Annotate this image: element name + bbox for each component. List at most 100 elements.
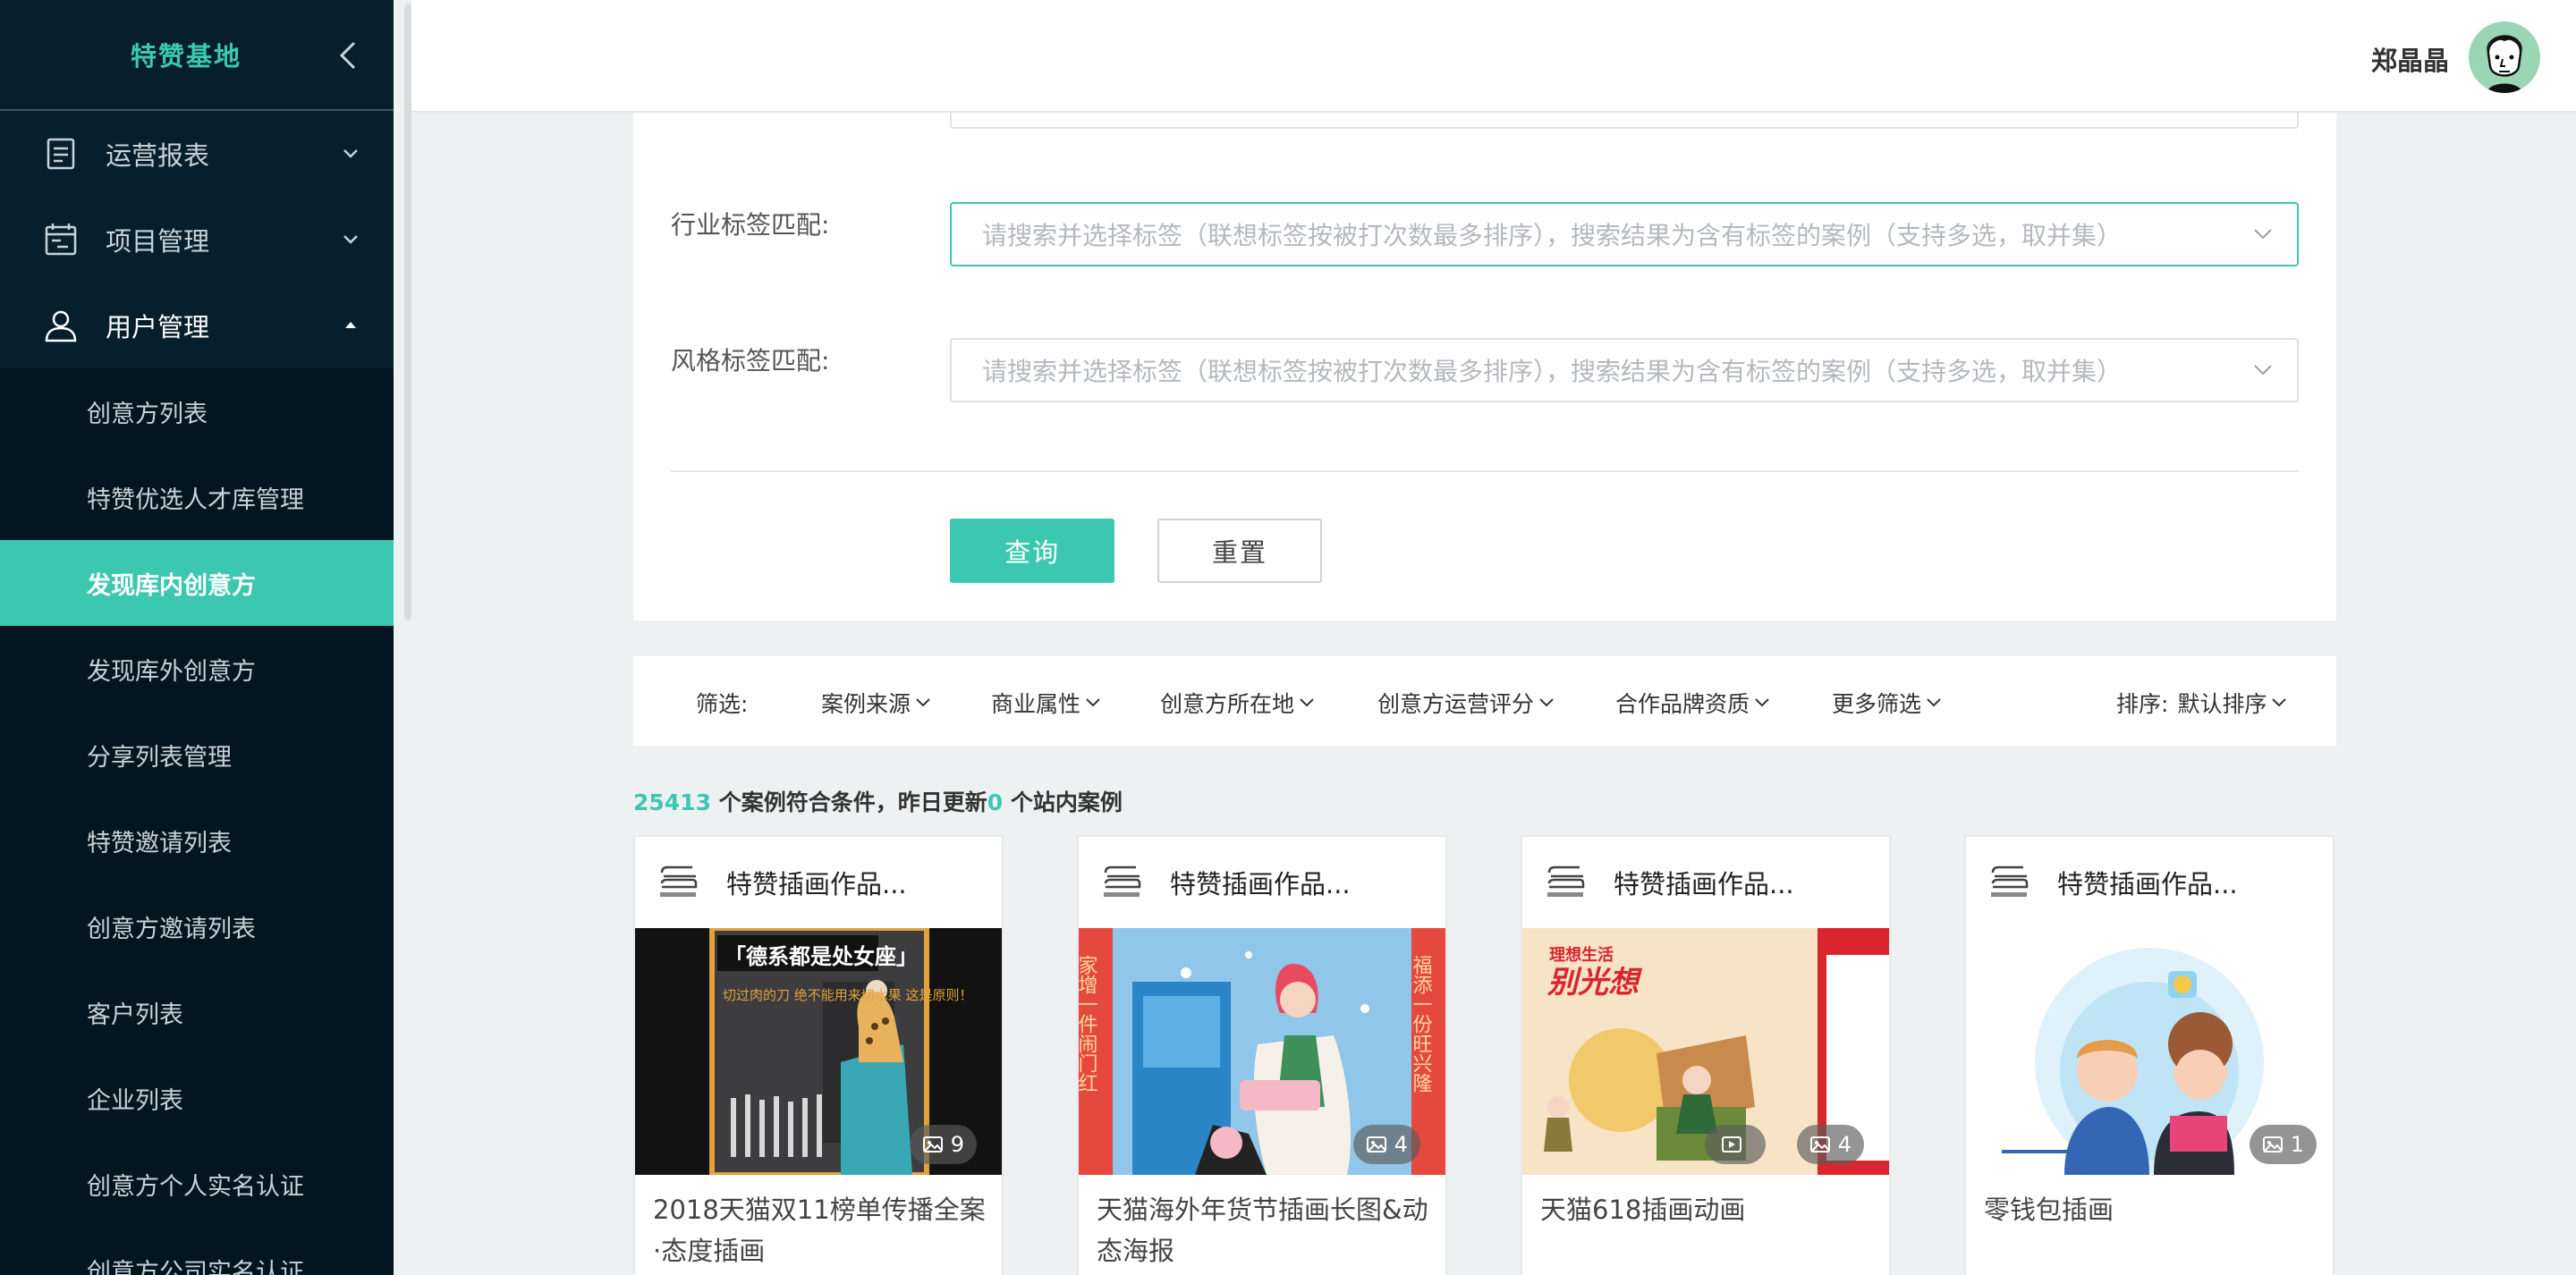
card-title: 特赞插画作品...	[726, 869, 907, 899]
filter-brand-qualification[interactable]: 合作品牌资质	[1615, 687, 1771, 719]
industry-tag-label: 行业标签匹配:	[671, 210, 830, 240]
avatar[interactable]	[2469, 21, 2540, 93]
sidebar-item-company-verify[interactable]: 创意方公司实名认证	[0, 1227, 394, 1275]
sidebar-item-share-list[interactable]: 分享列表管理	[0, 712, 394, 798]
case-card[interactable]: 特赞插画作品... 「德系都是处女座」 切过肉的刀 绝不能用来切水果 这是原则！…	[633, 835, 1004, 1275]
summary-text-a: 个案例符合条件，昨日更新	[710, 789, 987, 815]
image-count-badge: 4	[1796, 1125, 1864, 1164]
card-caption: 天猫618插画动画	[1540, 1195, 1746, 1225]
industry-tag-select[interactable]: 请搜索并选择标签（联想标签按被打次数最多排序），搜索结果为含有标签的案例（支持多…	[950, 202, 2299, 266]
card-header: 特赞插画作品...	[1522, 837, 1889, 928]
chevron-down-icon	[343, 149, 358, 158]
previous-field-stub[interactable]	[950, 113, 2299, 129]
brand-header: 特赞基地	[0, 0, 394, 111]
sidebar-item-tezign-invites[interactable]: 特赞邀请列表	[0, 798, 394, 883]
sidebar-item-discover-external[interactable]: 发现库外创意方	[0, 626, 394, 712]
menu-operation-report[interactable]: 运营报表	[0, 111, 394, 197]
brand-title: 特赞基地	[130, 41, 242, 72]
case-card[interactable]: 特赞插画作品... 1 零钱包插画	[1964, 835, 2334, 1275]
sidebar-item-company-list[interactable]: 企业列表	[0, 1055, 394, 1141]
sort-label: 排序:	[2116, 691, 2169, 717]
chevron-down-icon	[1300, 698, 1314, 707]
summary-text-b: 个站内案例	[1003, 789, 1123, 815]
tezign-logo-icon	[1991, 865, 2029, 897]
filter-case-source[interactable]: 案例来源	[821, 687, 932, 719]
card-image: 家增一件闹门红 福添一份旺兴隆 4	[1079, 928, 1445, 1175]
image-count: 4	[1394, 1132, 1408, 1157]
style-tag-label: 风格标签匹配:	[671, 346, 830, 376]
sidebar-item-creative-list[interactable]: 创意方列表	[0, 368, 394, 454]
menu-user-management[interactable]: 用户管理	[0, 283, 394, 368]
case-card[interactable]: 特赞插画作品... 理想生活 别光想 4 天猫618插画动画	[1521, 835, 1891, 1275]
card-caption: 2018天猫双11榜单传播全案·态度插画	[653, 1195, 986, 1266]
illustration-subtext: 切过肉的刀 绝不能用来切水果 这是原则！	[723, 987, 973, 1003]
tezign-logo-icon	[660, 865, 698, 897]
result-summary: 25413 个案例符合条件，昨日更新0 个站内案例	[633, 785, 1123, 817]
filter-text: 创意方所在地	[1160, 691, 1295, 717]
sidebar-item-creative-invites[interactable]: 创意方邀请列表	[0, 883, 394, 969]
username[interactable]: 郑晶晶	[2371, 40, 2449, 78]
tezign-logo-icon	[1547, 865, 1585, 897]
sidebar-item-personal-verify[interactable]: 创意方个人实名认证	[0, 1141, 394, 1227]
chevron-down-icon	[1755, 698, 1769, 707]
image-count: 1	[2290, 1132, 2304, 1157]
filter-text: 合作品牌资质	[1615, 691, 1750, 717]
filter-bar: 筛选: 案例来源 商业属性 创意方所在地 创意方运营评分 合作品牌资质 更多筛选…	[633, 656, 2336, 746]
style-tag-placeholder: 请搜索并选择标签（联想标签按被打次数最多排序），搜索结果为含有标签的案例（支持多…	[982, 357, 2123, 386]
chevron-down-icon	[343, 235, 358, 244]
sidebar: 特赞基地 运营报表 项目管理 用户管理 创意方列表 特赞优选人才库管理 发现库内…	[0, 0, 394, 1275]
industry-tag-placeholder: 请搜索并选择标签（联想标签按被打次数最多排序），搜索结果为含有标签的案例（支持多…	[982, 221, 2123, 250]
image-count-badge: 1	[2249, 1125, 2317, 1164]
sidebar-item-talent-pool[interactable]: 特赞优选人才库管理	[0, 454, 394, 540]
page-scrollbar[interactable]	[404, 4, 411, 621]
filter-commercial[interactable]: 商业属性	[991, 687, 1102, 719]
sidebar-item-discover-internal[interactable]: 发现库内创意方	[0, 540, 394, 626]
filter-label: 筛选:	[696, 691, 749, 717]
image-count: 9	[950, 1132, 964, 1157]
filter-text: 案例来源	[821, 691, 911, 717]
image-count-badge: 9	[909, 1125, 977, 1164]
card-title: 特赞插画作品...	[1170, 869, 1351, 899]
sort-value: 默认排序	[2177, 691, 2267, 717]
case-card[interactable]: 特赞插画作品... 家增一件闹门红 福添一份旺兴隆 4 天猫海外年货节插画长图&…	[1077, 835, 1447, 1275]
menu-project-management[interactable]: 项目管理	[0, 197, 394, 283]
menu-label: 项目管理	[106, 226, 210, 257]
style-tag-select[interactable]: 请搜索并选择标签（联想标签按被打次数最多排序），搜索结果为含有标签的案例（支持多…	[950, 338, 2299, 402]
card-caption: 天猫海外年货节插画长图&动态海报	[1097, 1195, 1428, 1266]
card-image: 理想生活 别光想 4	[1522, 928, 1889, 1175]
report-icon	[47, 138, 75, 170]
user-submenu: 创意方列表 特赞优选人才库管理 发现库内创意方 发现库外创意方 分享列表管理 特…	[0, 368, 394, 1275]
reset-button[interactable]: 重置	[1157, 519, 1322, 583]
filter-text: 创意方运营评分	[1377, 691, 1535, 717]
top-header: 郑晶晶	[411, 0, 2576, 113]
tezign-logo-icon	[1104, 865, 1141, 897]
video-badge	[1705, 1125, 1766, 1164]
image-icon	[1809, 1136, 1830, 1153]
filter-rating[interactable]: 创意方运营评分	[1377, 687, 1555, 719]
filter-text: 更多筛选	[1832, 691, 1922, 717]
card-image: 「德系都是处女座」 切过肉的刀 绝不能用来切水果 这是原则！ 9	[635, 928, 1002, 1175]
chevron-down-icon	[916, 698, 930, 707]
chevron-down-icon	[1539, 698, 1554, 707]
card-header: 特赞插画作品...	[1966, 837, 2333, 928]
chevron-down-icon	[1927, 698, 1941, 707]
video-play-icon	[1722, 1136, 1741, 1153]
card-title: 特赞插画作品...	[1614, 869, 1794, 899]
filter-more[interactable]: 更多筛选	[1832, 687, 1943, 719]
query-button[interactable]: 查询	[950, 519, 1114, 583]
chevron-down-icon	[2254, 365, 2272, 376]
menu-label: 运营报表	[106, 140, 210, 171]
divider	[671, 470, 2299, 472]
caret-up-icon	[345, 322, 356, 328]
card-title: 特赞插画作品...	[2057, 869, 2238, 899]
image-count: 4	[1837, 1132, 1852, 1157]
chevron-left-icon[interactable]	[333, 38, 365, 73]
chevron-down-icon	[2272, 698, 2287, 707]
couplet-left: 家增一件闹门红	[1079, 955, 1098, 1093]
chevron-down-icon	[2254, 229, 2272, 240]
filter-location[interactable]: 创意方所在地	[1160, 687, 1316, 719]
search-panel: 行业标签匹配: 请搜索并选择标签（联想标签按被打次数最多排序），搜索结果为含有标…	[633, 113, 2336, 621]
sidebar-item-client-list[interactable]: 客户列表	[0, 969, 394, 1055]
sort-dropdown[interactable]: 排序: 默认排序	[2116, 687, 2288, 719]
image-icon	[2262, 1136, 2283, 1153]
